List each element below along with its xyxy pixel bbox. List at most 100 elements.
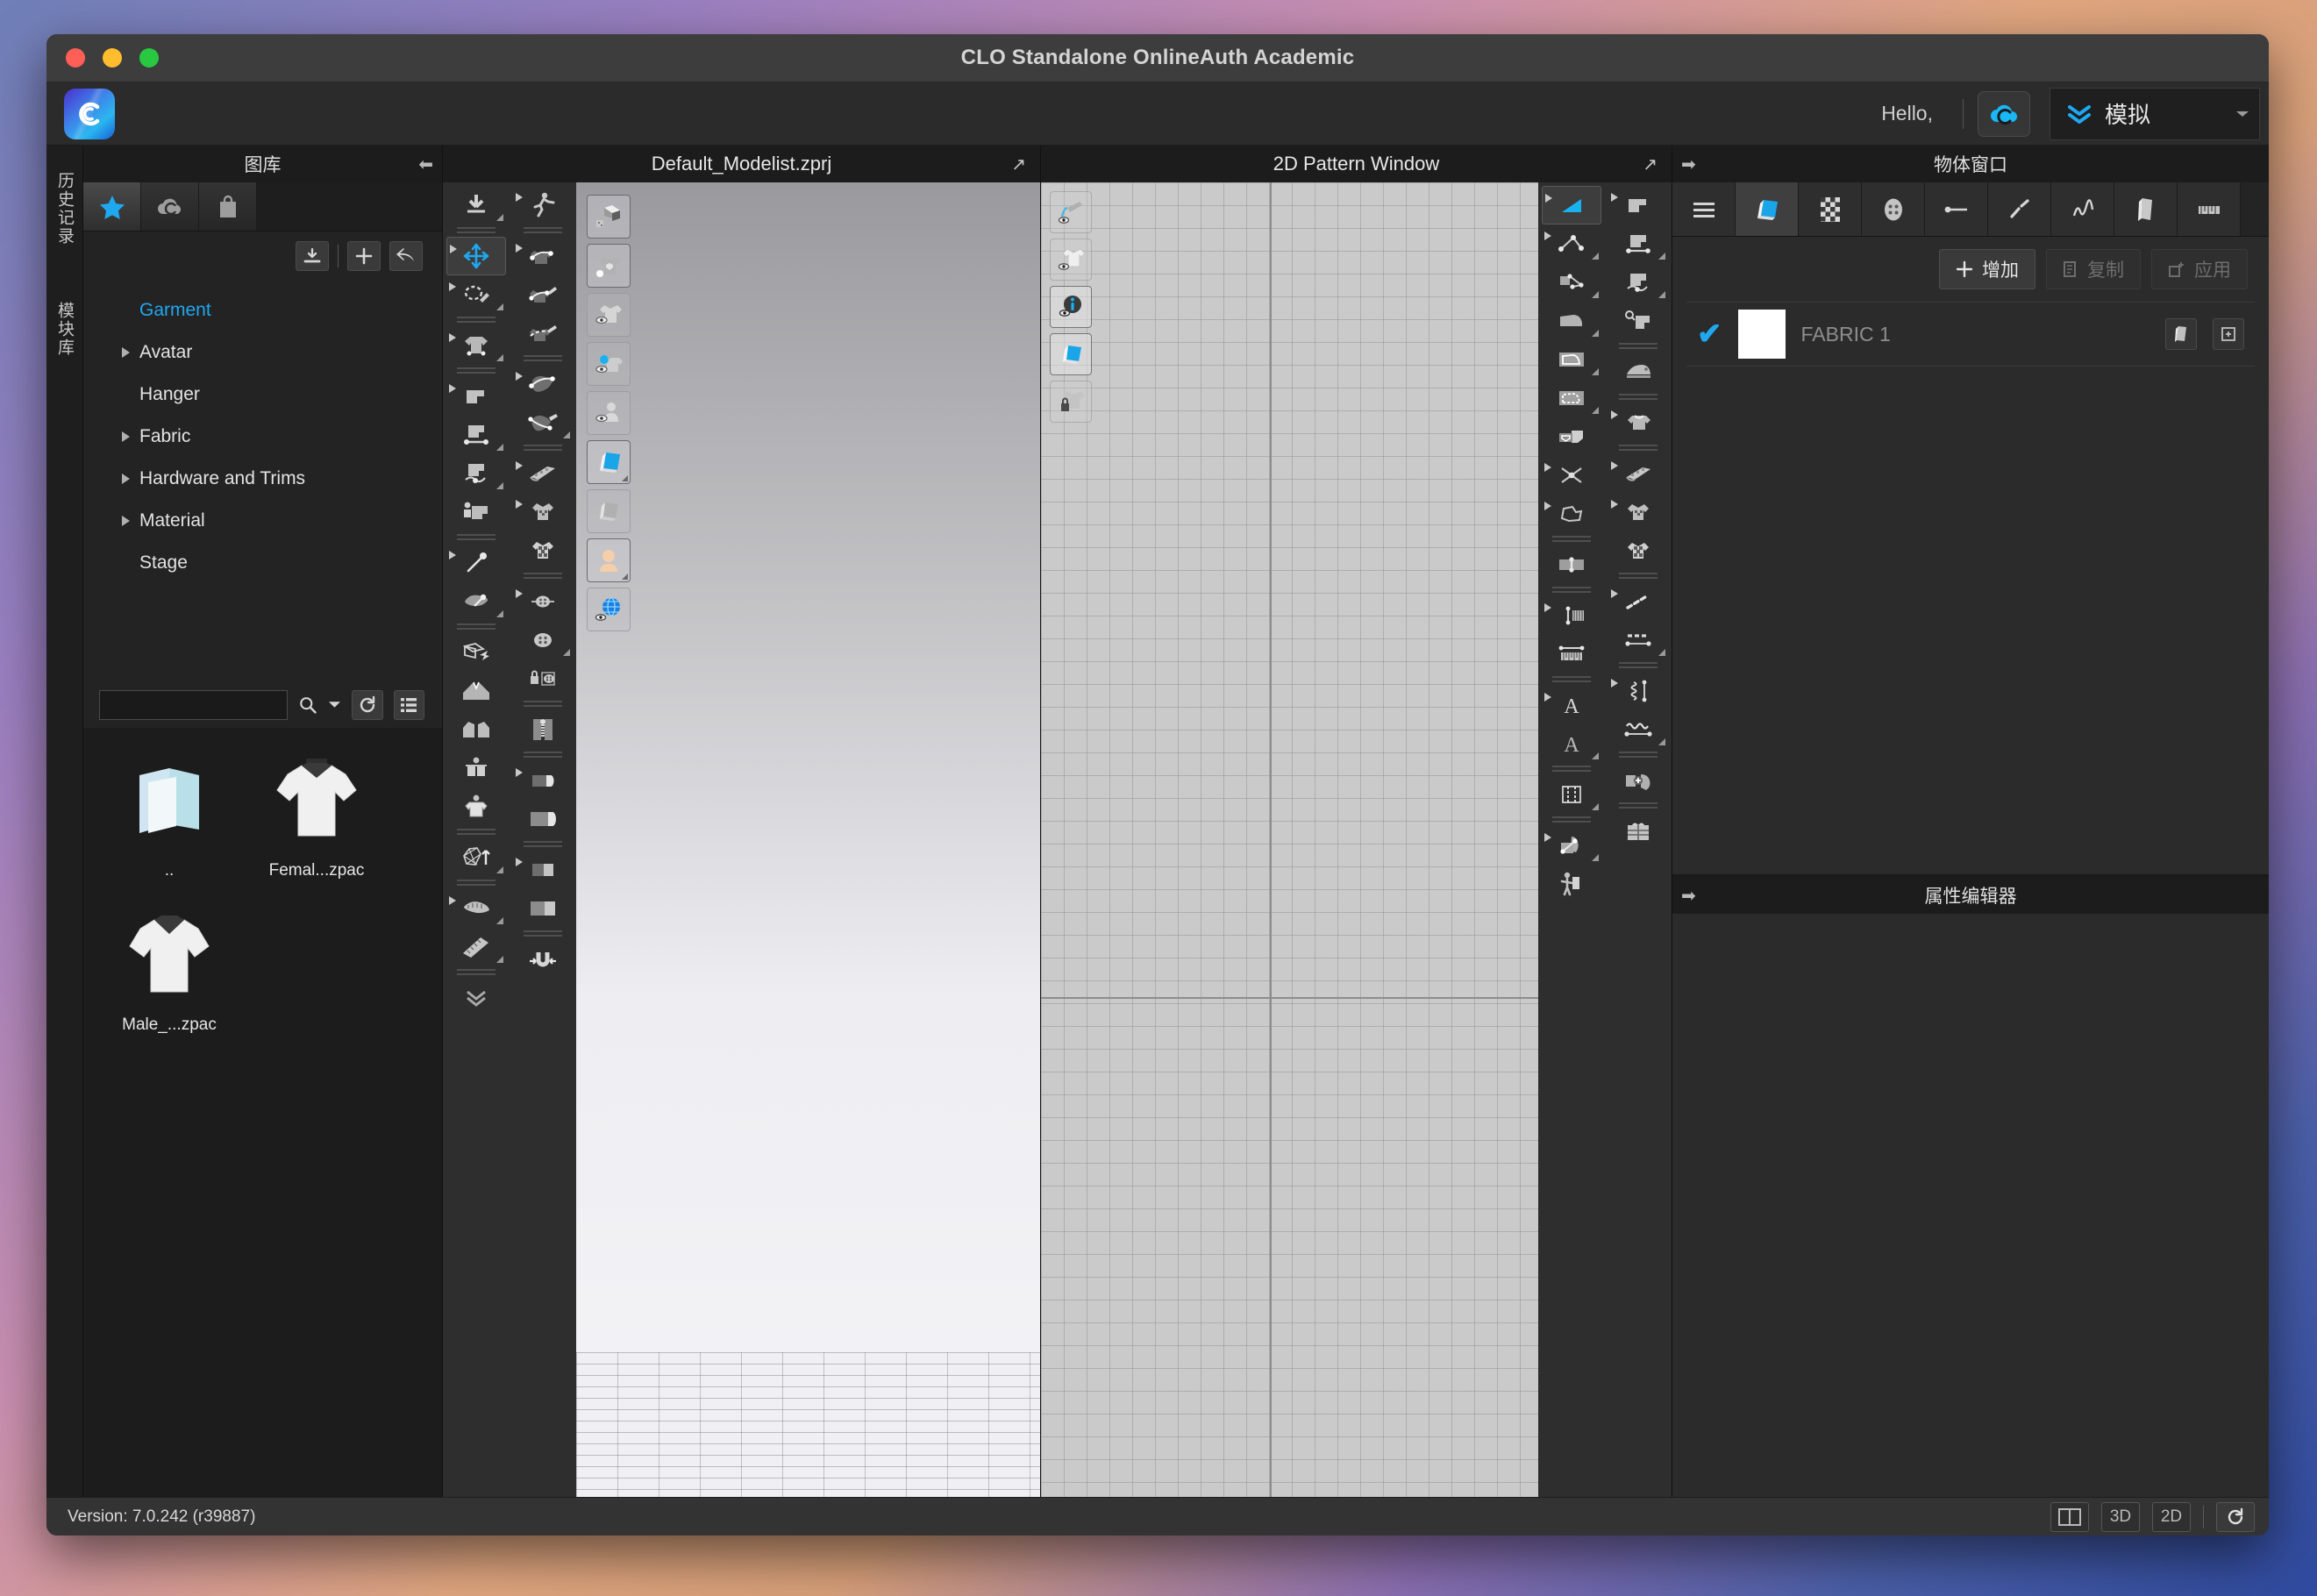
list-item[interactable]: Femal...zpac <box>243 749 390 880</box>
tool-edit-garment-curve-icon[interactable] <box>513 237 573 275</box>
tool-merge-pattern-icon[interactable] <box>1608 761 1668 800</box>
show-info-eye-icon[interactable] <box>1050 286 1092 328</box>
clo-cloud-icon[interactable] <box>1978 90 2030 137</box>
tree-item-fabric[interactable]: Fabric <box>83 416 442 458</box>
tool-segment-sewing-icon[interactable] <box>446 416 506 454</box>
tool-topstitch-line-icon[interactable] <box>1608 621 1668 659</box>
tool-import-icon[interactable] <box>446 186 506 224</box>
tree-item-avatar[interactable]: Avatar <box>83 331 442 374</box>
library-tab-cloud[interactable] <box>141 182 199 231</box>
add-fabric-button[interactable]: 增加 <box>1939 249 2035 289</box>
surface-thick-textured-icon[interactable] <box>587 440 631 484</box>
tool-check-sewing-icon[interactable] <box>1608 302 1668 340</box>
search-input[interactable] <box>99 690 288 720</box>
expand-right-icon[interactable]: ➡ <box>1681 885 1696 907</box>
popout-icon[interactable]: ↗ <box>1011 153 1026 175</box>
show-garment-badge-icon[interactable] <box>587 244 631 288</box>
tab-elastic[interactable] <box>2051 182 2114 236</box>
tree-item-garment[interactable]: Garment <box>83 289 442 331</box>
list-item[interactable]: Male_...zpac <box>96 903 243 1035</box>
tab-object-list[interactable] <box>1672 182 1736 236</box>
tool-avatar-walk-icon[interactable] <box>513 186 573 224</box>
tool-buttonhole-lock-icon[interactable] <box>513 659 573 698</box>
tool-trace-garment-icon[interactable] <box>513 314 573 353</box>
tool-fabric-half-icon[interactable] <box>513 761 573 800</box>
view-2d-button[interactable]: 2D <box>2152 1501 2191 1532</box>
collapse-left-icon[interactable]: ⬅ <box>418 153 433 175</box>
list-view-button[interactable] <box>393 690 424 720</box>
tool-gradient-full-icon[interactable] <box>513 889 573 928</box>
tool-gift-quilt-icon[interactable] <box>1608 812 1668 851</box>
tool-gradient-half-icon[interactable] <box>513 851 573 889</box>
avatar-skin-icon[interactable] <box>587 538 631 582</box>
library-tab-favorites[interactable] <box>83 182 141 231</box>
tool-auto-sewing-icon[interactable] <box>446 493 506 531</box>
split-view-button[interactable] <box>2050 1501 2089 1532</box>
tab-measure[interactable] <box>2178 182 2241 236</box>
tool-free-sewing-icon[interactable] <box>446 454 506 493</box>
tab-button[interactable] <box>1862 182 1925 236</box>
tool-edit-pattern-curve-icon[interactable] <box>513 365 573 403</box>
show-pattern-outline-eye-icon[interactable] <box>1050 239 1092 281</box>
list-item[interactable]: .. <box>96 749 243 880</box>
simulate-control[interactable]: 模拟 <box>2050 87 2260 140</box>
tree-item-stage[interactable]: Stage <box>83 542 442 584</box>
tool-2d-free-sewing-icon[interactable] <box>1608 263 1668 302</box>
tool-sewing-icon[interactable] <box>446 377 506 416</box>
tool-internal-line-icon[interactable] <box>1542 456 1601 495</box>
lock-pattern-icon[interactable] <box>1050 381 1092 423</box>
tool-button-placement-icon[interactable] <box>513 621 573 659</box>
tool-2d-transform-icon[interactable] <box>1542 186 1601 224</box>
tool-zipper-icon[interactable] <box>513 710 573 749</box>
tool-measure-circumference-icon[interactable] <box>446 889 506 928</box>
fabric-checkbox[interactable]: ✔ <box>1697 317 1722 352</box>
show-garment-eye-icon[interactable] <box>587 293 631 337</box>
tool-fabric-full-icon[interactable] <box>513 800 573 838</box>
surface-mono-icon[interactable] <box>587 489 631 533</box>
history-tab[interactable]: 历史记录 <box>53 172 76 246</box>
3d-viewport[interactable] <box>576 182 1040 1497</box>
module-library-tab[interactable]: 模块库 <box>53 302 76 357</box>
tool-magnet-snap-icon[interactable] <box>513 940 573 979</box>
back-button[interactable] <box>389 241 423 271</box>
tool-pleat-icon[interactable] <box>1542 596 1601 635</box>
caret-down-icon[interactable] <box>328 700 341 710</box>
view-3d-button[interactable]: 3D <box>2101 1501 2140 1532</box>
tool-transform-icon[interactable] <box>446 237 506 275</box>
tool-arrange-garment-icon[interactable] <box>446 787 506 826</box>
fabric-color-swatch[interactable] <box>1737 310 1786 359</box>
tab-fabric[interactable] <box>1736 182 1799 236</box>
show-fabric-texture-icon[interactable] <box>1050 333 1092 375</box>
tool-iron-icon[interactable] <box>1608 353 1668 391</box>
add-button[interactable] <box>347 241 381 271</box>
tool-elastic-horizontal-icon[interactable] <box>1608 710 1668 749</box>
tool-2d-texture-full-icon[interactable] <box>1608 531 1668 570</box>
tool-notch-ruler-icon[interactable] <box>1542 635 1601 673</box>
duplicate-icon[interactable] <box>2213 318 2244 350</box>
show-avatar-eye-icon[interactable] <box>587 391 631 435</box>
tool-pin-icon[interactable] <box>446 544 506 582</box>
tool-pattern-outline-icon[interactable] <box>1542 340 1601 379</box>
download-button[interactable] <box>296 241 329 271</box>
tool-fabric-roll-icon[interactable] <box>513 454 573 493</box>
tab-fold[interactable] <box>2114 182 2178 236</box>
tool-measure-tape-icon[interactable] <box>446 928 506 966</box>
popout-icon[interactable]: ↗ <box>1643 153 1658 175</box>
tool-2d-segment-sewing-icon[interactable] <box>1608 224 1668 263</box>
tree-item-hanger[interactable]: Hanger <box>83 374 442 416</box>
tool-annotate-person-icon[interactable] <box>1542 865 1601 903</box>
search-icon[interactable] <box>298 695 317 716</box>
tool-texture-full-icon[interactable] <box>513 531 573 570</box>
tool-button-icon[interactable] <box>513 582 573 621</box>
tool-layer-curve-icon[interactable] <box>1542 826 1601 865</box>
chevron-right-icon[interactable] <box>122 431 130 442</box>
tool-edit-point-icon[interactable] <box>1542 224 1601 263</box>
tool-elastic-vertical-icon[interactable] <box>1608 672 1668 710</box>
tree-item-hardware-and-trims[interactable]: Hardware and Trims <box>83 458 442 500</box>
apply-fabric-button[interactable]: 应用 <box>2151 249 2248 289</box>
tool-collar-icon[interactable] <box>446 672 506 710</box>
chevron-right-icon[interactable] <box>122 474 130 484</box>
tool-polygon-icon[interactable] <box>1542 495 1601 533</box>
library-tab-marketplace[interactable] <box>199 182 257 231</box>
tool-unfold-pin-icon[interactable] <box>446 582 506 621</box>
